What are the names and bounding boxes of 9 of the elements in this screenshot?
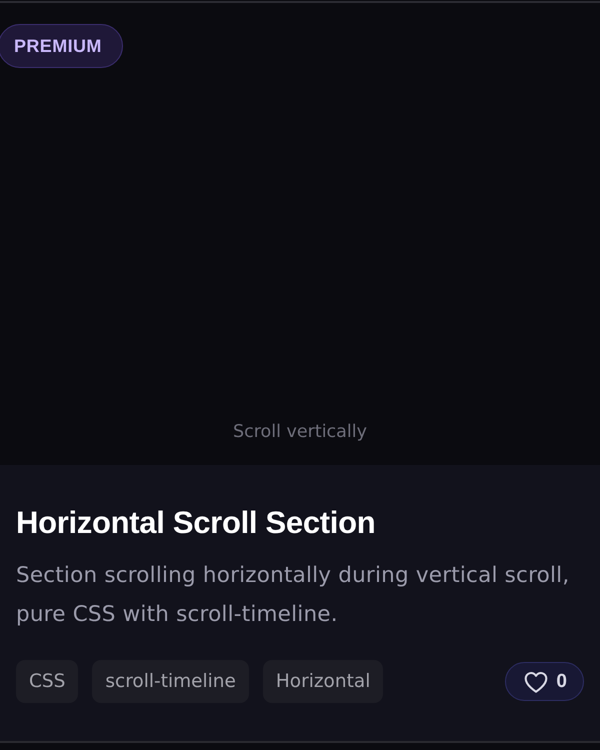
like-button[interactable]: 0 bbox=[505, 662, 584, 701]
heart-icon bbox=[524, 670, 548, 692]
card-title: Horizontal Scroll Section bbox=[16, 504, 376, 542]
scroll-hint: Scroll vertically bbox=[232, 421, 367, 443]
tag-chip[interactable]: scroll-timeline bbox=[92, 660, 249, 703]
premium-badge: PREMIUM bbox=[0, 24, 123, 68]
card-description: Section scrolling horizontally during vertical scroll, pure CSS with scroll-timeline. bbox=[16, 562, 570, 629]
tag-chip[interactable]: Horizontal bbox=[262, 660, 384, 703]
tag-chip[interactable]: CSS bbox=[16, 660, 78, 703]
